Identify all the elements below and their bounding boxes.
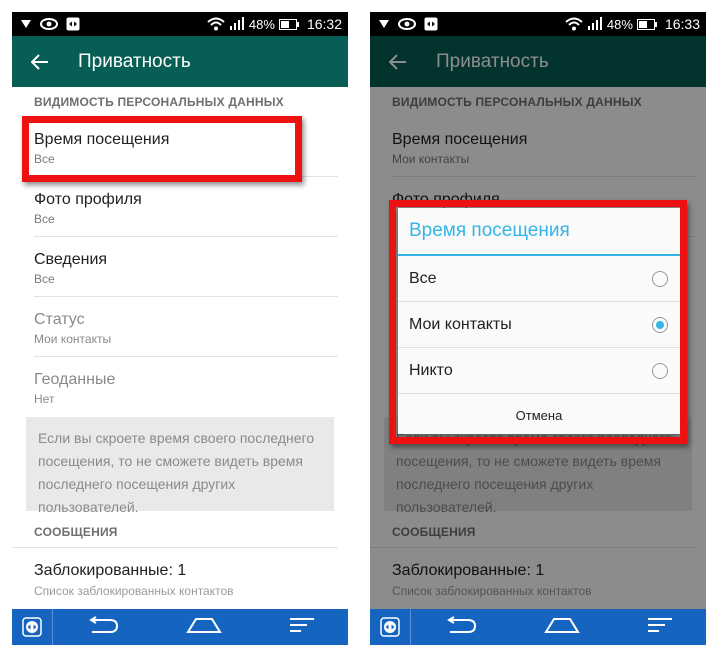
nav-home-icon	[186, 617, 223, 633]
section-header-messages: СООБЩЕНИЯ	[12, 517, 338, 548]
battery-icon	[636, 18, 657, 30]
teamviewer-icon	[22, 617, 42, 637]
pref-title: Статус	[34, 311, 85, 328]
nav-back-button[interactable]	[86, 615, 120, 639]
info-note: Если вы скроете время своего последнего …	[26, 417, 334, 515]
back-arrow-icon	[31, 53, 48, 70]
eye-icon	[398, 18, 416, 30]
back-button[interactable]	[12, 53, 68, 70]
teamviewer-button[interactable]	[370, 609, 411, 645]
pref-last-seen[interactable]: Время посещения Все	[34, 117, 338, 177]
status-bar: 48% 16:33	[370, 12, 706, 36]
cancel-button[interactable]: Отмена	[398, 394, 680, 436]
teamviewer-status-icon	[424, 17, 438, 31]
eye-icon	[40, 18, 58, 30]
navigation-bar	[12, 609, 348, 645]
notification-icon	[379, 20, 389, 28]
pref-title: Фото профиля	[34, 191, 142, 208]
phone-screen-left: 48% 16:32 Приватность ВИДИМОСТЬ ПЕРСОНАЛ…	[12, 12, 348, 645]
last-seen-dialog: Время посещения Все Мои контакты Никто О…	[398, 208, 680, 434]
option-label: Все	[409, 269, 437, 287]
nav-back-icon	[447, 615, 477, 633]
navigation-bar	[370, 609, 706, 645]
phone-screen-right: 48% 16:33 Приватность ВИДИМОСТЬ ПЕРСОНАЛ…	[370, 12, 706, 645]
nav-back-icon	[89, 615, 119, 633]
pref-title: Сведения	[34, 251, 108, 268]
section-header-visibility: ВИДИМОСТЬ ПЕРСОНАЛЬНЫХ ДАННЫХ	[34, 95, 284, 109]
pref-blocked[interactable]: Заблокированные: 1 Список заблокированны…	[34, 548, 348, 602]
page-title: Приватность	[78, 50, 191, 72]
teamviewer-button[interactable]	[12, 609, 53, 645]
nav-recents-button[interactable]	[289, 617, 315, 638]
signal-icon	[229, 17, 244, 30]
radio-button[interactable]	[652, 362, 668, 379]
pref-location[interactable]: Геоданные Нет	[34, 357, 338, 417]
pref-value: Все	[34, 152, 55, 166]
pref-status[interactable]: Статус Мои контакты	[34, 297, 338, 357]
dialog-option-nobody[interactable]: Никто	[398, 348, 680, 394]
nav-back-button[interactable]	[444, 615, 478, 639]
teamviewer-icon	[380, 617, 400, 637]
wifi-icon	[565, 17, 583, 31]
pref-title: Время посещения	[34, 131, 170, 148]
wifi-icon	[207, 17, 225, 31]
nav-recents-icon	[289, 617, 314, 632]
battery-percent: 48%	[606, 16, 633, 32]
dialog-option-everyone[interactable]: Все	[398, 256, 680, 302]
settings-list: ВИДИМОСТЬ ПЕРСОНАЛЬНЫХ ДАННЫХ Время посе…	[12, 87, 348, 609]
pref-value: Нет	[34, 392, 55, 406]
radio-button[interactable]	[652, 270, 668, 287]
nav-home-icon	[544, 617, 581, 633]
app-bar: Приватность	[12, 36, 348, 87]
pref-value: Все	[34, 212, 55, 226]
pref-value: Мои контакты	[34, 332, 112, 346]
nav-recents-button[interactable]	[647, 617, 673, 638]
notification-icon	[21, 20, 31, 28]
dialog-title: Время посещения	[398, 208, 680, 256]
option-label: Никто	[409, 361, 453, 379]
dialog-option-my-contacts[interactable]: Мои контакты	[398, 302, 680, 348]
nav-home-button[interactable]	[186, 616, 223, 639]
teamviewer-status-icon	[66, 17, 80, 31]
radio-button-selected[interactable]	[652, 316, 668, 333]
pref-profile-photo[interactable]: Фото профиля Все	[34, 177, 338, 237]
option-label: Мои контакты	[409, 315, 512, 333]
clock: 16:32	[306, 16, 342, 32]
nav-recents-icon	[647, 617, 672, 632]
pref-title: Геоданные	[34, 371, 116, 388]
pref-subtitle: Список заблокированных контактов	[34, 584, 234, 598]
clock: 16:33	[664, 16, 700, 32]
battery-icon	[278, 18, 299, 30]
signal-icon	[587, 17, 602, 30]
nav-home-button[interactable]	[544, 616, 581, 639]
status-bar: 48% 16:32	[12, 12, 348, 36]
pref-about[interactable]: Сведения Все	[34, 237, 338, 297]
pref-value: Все	[34, 272, 55, 286]
battery-percent: 48%	[248, 16, 275, 32]
pref-title: Заблокированные: 1	[34, 562, 187, 579]
